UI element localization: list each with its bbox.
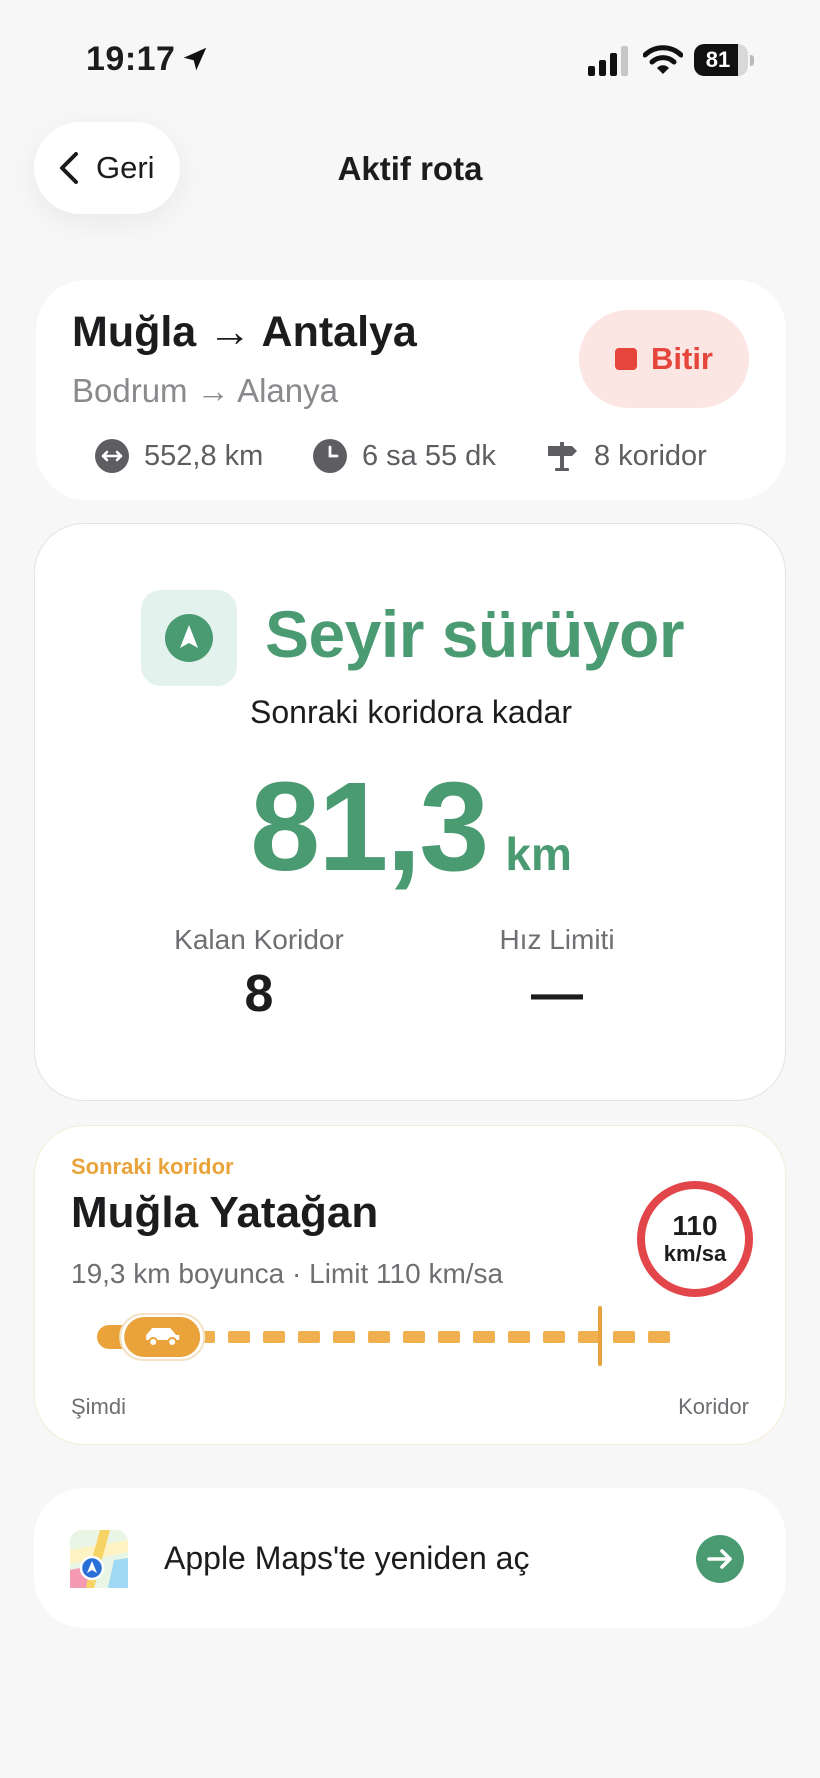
next-corridor-detail: 19,3 km boyunca · Limit 110 km/sa [71, 1258, 504, 1289]
corridor-marker [598, 1306, 602, 1366]
next-corridor-card: Sonraki koridor Muğla Yatağan 19,3 km bo… [34, 1125, 786, 1445]
arrow-right-icon [696, 1535, 744, 1583]
status-time: 19:17 [86, 40, 176, 78]
speed-limit-sign-unit: km/sa [663, 1241, 727, 1266]
remaining-corridor-value: 8 [244, 965, 274, 1023]
page-title: Aktif rota [337, 150, 483, 187]
clock-icon [313, 439, 347, 473]
route-duration: 6 sa 55 dk [362, 439, 496, 472]
open-in-maps-button[interactable]: Apple Maps'te yeniden aç [34, 1488, 786, 1628]
speed-limit-sign-value: 110 [672, 1210, 718, 1241]
cellular-signal-icon [588, 46, 628, 76]
status-subheading: Sonraki koridora kadar [250, 694, 572, 730]
route-corridor-count: 8 koridor [594, 439, 707, 472]
track-start-label: Şimdi [71, 1394, 127, 1419]
open-in-maps-label: Apple Maps'te yeniden aç [164, 1540, 530, 1576]
speed-limit-label: Hız Limiti [499, 924, 615, 955]
stop-route-label: Bitir [651, 341, 713, 376]
location-arrow-icon [183, 47, 207, 71]
signpost-icon [548, 442, 577, 471]
navigation-badge [141, 590, 237, 686]
status-heading: Seyir sürüyor [265, 597, 685, 671]
route-stats: 552,8 km 6 sa 55 dk 8 koridor [94, 438, 754, 478]
distance-unit: km [505, 828, 572, 880]
status-bar: 19:17 81 [0, 0, 820, 120]
route-distance: 552,8 km [144, 439, 264, 472]
distance-icon [95, 439, 129, 473]
track-end-label: Koridor [678, 1394, 749, 1419]
route-title: Muğla → Antalya [72, 308, 417, 356]
distance-to-next: 81,3 km [35, 754, 787, 899]
apple-maps-icon [70, 1530, 128, 1588]
route-subtitle: Bodrum → Alanya [72, 372, 338, 409]
corridor-progress-track [97, 1306, 670, 1366]
route-duration-stat: 6 sa 55 dk [312, 438, 496, 474]
battery-icon: 81 [694, 44, 754, 76]
car-marker [119, 1313, 206, 1361]
speed-limit-sign: 110 km/sa [637, 1181, 753, 1297]
battery-percent: 81 [705, 47, 731, 72]
next-corridor-label: Sonraki koridor [71, 1154, 234, 1179]
next-corridor-name: Muğla Yatağan [71, 1188, 379, 1237]
navigation-status-card: Seyir sürüyor Sonraki koridora kadar 81,… [34, 523, 786, 1101]
route-distance-stat: 552,8 km [94, 438, 263, 474]
route-card: Muğla → Antalya Bodrum → Alanya Bitir 55… [36, 280, 786, 500]
route-corridors-stat: 8 koridor [544, 438, 707, 474]
distance-value: 81,3 [250, 756, 489, 897]
stop-route-button[interactable]: Bitir [579, 310, 749, 408]
stop-icon [615, 348, 637, 370]
navigation-arrow-icon [165, 614, 213, 662]
remaining-corridor-label: Kalan Koridor [174, 924, 344, 955]
speed-limit-value: — [531, 965, 583, 1023]
wifi-icon [643, 45, 683, 74]
